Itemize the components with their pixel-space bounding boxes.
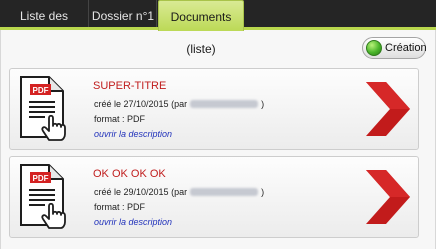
redacted-author [190, 100, 259, 108]
creation-button-label: Création [385, 42, 427, 54]
document-created: créé le 27/10/2015 (par) [94, 99, 264, 109]
document-card: PDF SUPER-TITRE créé le 27/10/2015 (par)… [9, 68, 419, 150]
document-card: PDF OK OK OK OK créé le 29/10/2015 (par)… [9, 156, 419, 238]
open-description-link[interactable]: ouvrir la description [94, 129, 172, 139]
green-dot-icon [366, 40, 382, 56]
chevron-right-icon[interactable] [362, 80, 414, 138]
tab-liste-des-dossiers[interactable]: Liste des dossiers [0, 0, 89, 56]
pdf-label: PDF [33, 174, 49, 183]
created-date: créé le 29/10/2015 [94, 187, 169, 197]
redacted-author [190, 188, 259, 196]
document-title: SUPER-TITRE [93, 80, 167, 92]
created-by-prefix: (par [171, 187, 188, 197]
document-created: créé le 29/10/2015 (par) [94, 187, 264, 197]
pdf-file-icon: PDF [20, 164, 66, 229]
created-by-suffix: ) [261, 99, 265, 109]
document-format: format : PDF [94, 202, 146, 212]
open-description-link[interactable]: ouvrir la description [94, 217, 172, 227]
created-by-suffix: ) [261, 187, 265, 197]
created-by-prefix: (par [171, 99, 188, 109]
document-format: format : PDF [94, 114, 146, 124]
chevron-right-icon[interactable] [362, 168, 414, 226]
document-title: OK OK OK OK [93, 168, 166, 180]
creation-button[interactable]: Création [362, 37, 427, 59]
tab-documents-liste[interactable]: Documents (liste) [158, 0, 244, 56]
tab-bar: Liste des dossiers Dossier n°1 Documents… [0, 0, 436, 56]
pdf-file-icon: PDF [20, 76, 66, 141]
created-date: créé le 27/10/2015 [94, 99, 169, 109]
tab-dossier[interactable]: Dossier n°1 [90, 0, 157, 30]
pdf-label: PDF [33, 86, 49, 95]
